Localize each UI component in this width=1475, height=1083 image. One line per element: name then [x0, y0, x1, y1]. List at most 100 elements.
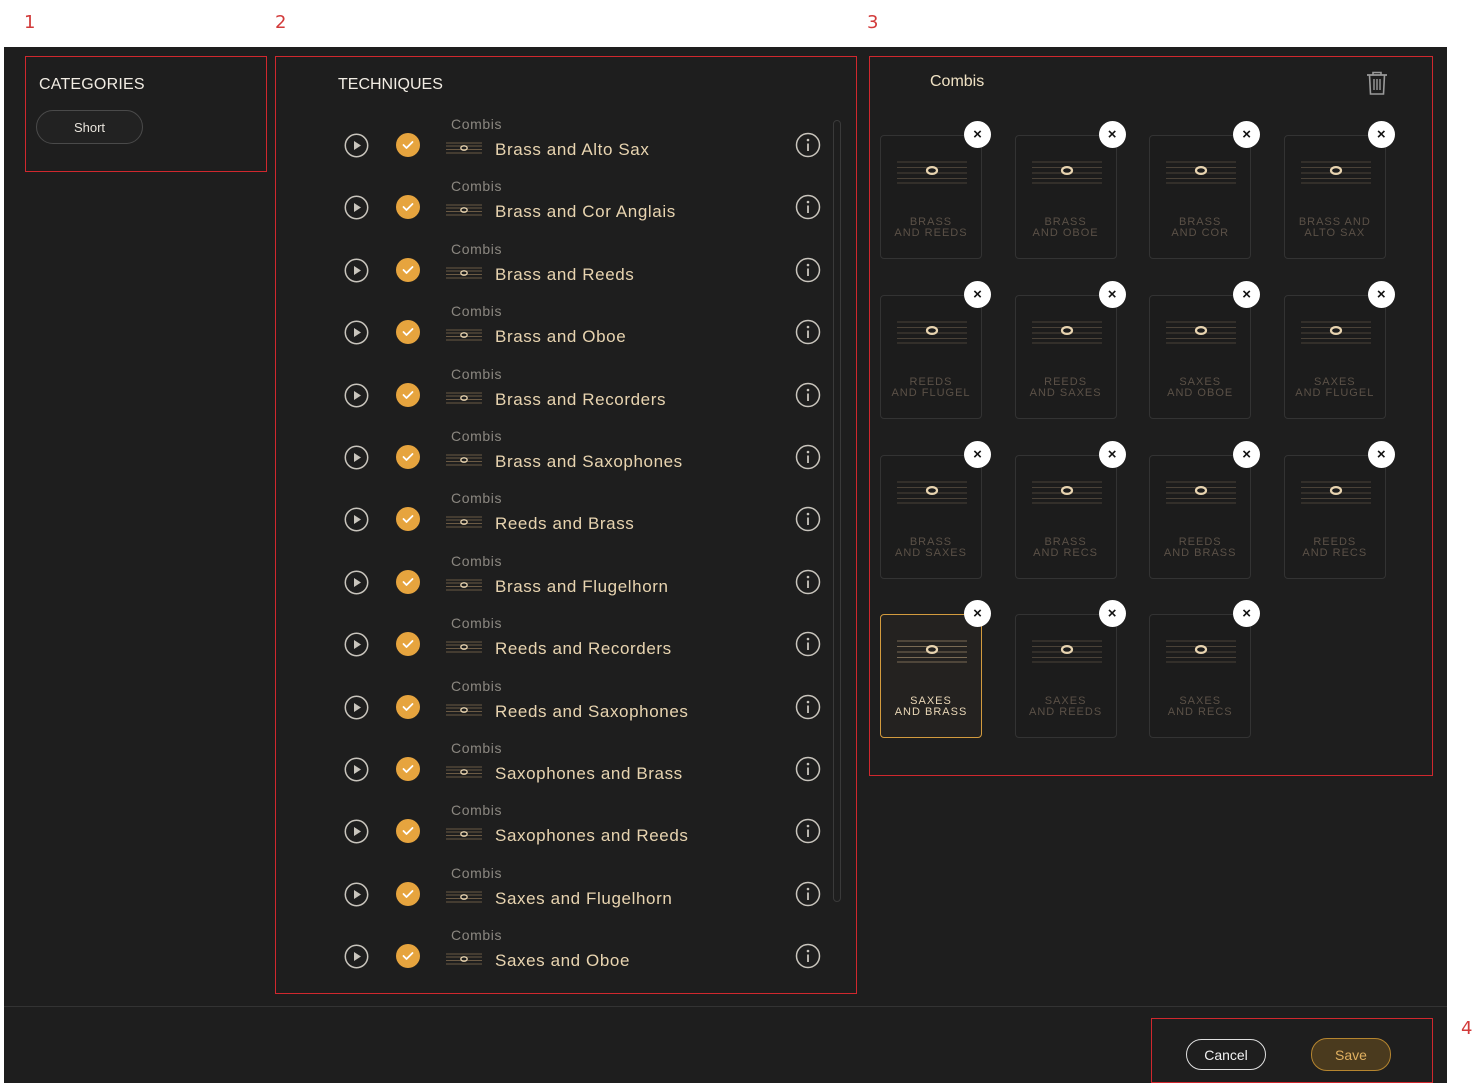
- remove-combi-icon[interactable]: ×: [1098, 280, 1126, 308]
- combi-tile[interactable]: BRASS AND OBOE: [1014, 135, 1117, 259]
- annotation-3: 3: [867, 12, 879, 33]
- combi-tile[interactable]: SAXES AND FLUGEL: [1283, 294, 1386, 419]
- remove-combi-icon[interactable]: ×: [1367, 280, 1395, 308]
- remove-combi-icon[interactable]: ×: [964, 280, 991, 308]
- technique-row[interactable]: Combis Saxophones and Reeds: [334, 797, 829, 859]
- info-icon[interactable]: [795, 569, 821, 595]
- combi-tile[interactable]: REEDS AND SAXES: [1014, 294, 1117, 419]
- remove-combi-icon[interactable]: ×: [1098, 440, 1126, 468]
- technique-row[interactable]: Combis Brass and Recorders: [334, 361, 829, 423]
- technique-row[interactable]: Combis Brass and Cor Anglais: [334, 173, 829, 235]
- technique-row[interactable]: Combis Reeds and Saxophones: [334, 673, 829, 735]
- info-icon[interactable]: [795, 756, 821, 782]
- play-icon[interactable]: [344, 632, 369, 657]
- trash-icon[interactable]: [1365, 70, 1389, 96]
- technique-row[interactable]: Combis Brass and Alto Sax: [334, 111, 829, 173]
- info-icon[interactable]: [795, 943, 821, 969]
- info-icon[interactable]: [795, 319, 821, 345]
- checkbox-checked-icon[interactable]: [396, 881, 420, 906]
- checkbox-checked-icon[interactable]: [396, 382, 420, 407]
- remove-combi-icon[interactable]: ×: [1367, 440, 1395, 468]
- checkbox-checked-icon[interactable]: [396, 944, 420, 969]
- combi-tile[interactable]: BRASS AND REEDS: [880, 135, 982, 259]
- combi-tile[interactable]: SAXES AND RECS: [1149, 614, 1252, 739]
- combi-tile[interactable]: BRASS AND SAXES: [880, 454, 982, 579]
- info-icon[interactable]: [795, 881, 821, 907]
- techniques-scrollbar[interactable]: [833, 120, 841, 902]
- remove-combi-icon[interactable]: ×: [1367, 121, 1395, 148]
- technique-row[interactable]: Combis Saxes and Flugelhorn: [334, 860, 829, 922]
- play-icon[interactable]: [344, 445, 369, 470]
- info-icon[interactable]: [795, 132, 821, 158]
- combi-tile[interactable]: REEDS AND FLUGEL: [880, 294, 982, 419]
- combi-tile-selected[interactable]: SAXES AND BRASS: [880, 614, 982, 739]
- play-icon[interactable]: [344, 258, 369, 283]
- category-pill-short[interactable]: Short: [36, 110, 143, 144]
- checkbox-checked-icon[interactable]: [396, 819, 420, 844]
- checkbox-checked-icon[interactable]: [396, 195, 420, 220]
- technique-row[interactable]: Combis Brass and Reeds: [334, 236, 829, 298]
- info-icon[interactable]: [795, 694, 821, 720]
- play-icon[interactable]: [344, 133, 369, 158]
- checkbox-checked-icon[interactable]: [396, 757, 420, 781]
- combi-editor-window: CATEGORIES Short TECHNIQUES Combis Brass …: [4, 47, 1447, 1083]
- combi-tile[interactable]: BRASS AND RECS: [1014, 454, 1117, 579]
- combi-tile[interactable]: BRASS AND COR: [1149, 135, 1252, 259]
- combi-tile[interactable]: REEDS AND BRASS: [1149, 454, 1252, 579]
- annotation-4: 4: [1461, 1018, 1473, 1039]
- combi-tile[interactable]: BRASS AND ALTO SAX: [1283, 135, 1386, 259]
- technique-row[interactable]: Combis Brass and Flugelhorn: [334, 548, 829, 610]
- technique-name: Brass and Alto Sax: [495, 140, 650, 159]
- technique-row[interactable]: Combis Brass and Saxophones: [334, 423, 829, 485]
- staff-thumbnail-icon: [446, 266, 482, 280]
- remove-combi-icon[interactable]: ×: [1233, 121, 1261, 148]
- play-icon[interactable]: [344, 320, 369, 345]
- info-icon[interactable]: [795, 444, 821, 470]
- staff-icon: [1166, 639, 1237, 663]
- info-icon[interactable]: [795, 631, 821, 657]
- remove-combi-icon[interactable]: ×: [964, 440, 991, 468]
- technique-row[interactable]: Combis Brass and Oboe: [334, 298, 829, 360]
- checkbox-checked-icon[interactable]: [396, 445, 420, 469]
- play-icon[interactable]: [344, 507, 369, 532]
- play-icon[interactable]: [344, 695, 369, 720]
- technique-row[interactable]: Combis Saxophones and Brass: [334, 735, 829, 797]
- combi-tile[interactable]: SAXES AND OBOE: [1149, 294, 1252, 419]
- remove-combi-icon[interactable]: ×: [964, 121, 991, 148]
- combi-tile-label: BRASS AND COR: [1171, 216, 1230, 239]
- info-icon[interactable]: [795, 257, 821, 283]
- technique-row[interactable]: Combis Reeds and Brass: [334, 485, 829, 547]
- cancel-button[interactable]: Cancel: [1186, 1039, 1266, 1070]
- remove-combi-icon[interactable]: ×: [1098, 121, 1126, 148]
- checkbox-checked-icon[interactable]: [396, 320, 420, 345]
- play-icon[interactable]: [344, 882, 369, 907]
- checkbox-checked-icon[interactable]: [396, 257, 420, 282]
- checkbox-checked-icon[interactable]: [396, 694, 420, 719]
- remove-combi-icon[interactable]: ×: [1233, 440, 1261, 468]
- remove-combi-icon[interactable]: ×: [1233, 280, 1261, 308]
- remove-combi-icon[interactable]: ×: [1098, 600, 1126, 628]
- technique-row[interactable]: Combis Saxes and Oboe: [334, 922, 829, 984]
- checkbox-checked-icon[interactable]: [396, 569, 420, 594]
- play-icon[interactable]: [344, 819, 369, 844]
- play-icon[interactable]: [344, 383, 369, 408]
- checkbox-checked-icon[interactable]: [396, 632, 420, 657]
- staff-thumbnail-icon: [446, 703, 482, 717]
- checkbox-checked-icon[interactable]: [396, 507, 420, 532]
- info-icon[interactable]: [795, 506, 821, 532]
- combi-tile-label: BRASS AND ALTO SAX: [1298, 216, 1371, 239]
- combi-tile[interactable]: SAXES AND REEDS: [1014, 614, 1117, 739]
- play-icon[interactable]: [344, 570, 369, 595]
- save-button[interactable]: Save: [1311, 1038, 1391, 1071]
- technique-row[interactable]: Combis Reeds and Recorders: [334, 610, 829, 672]
- info-icon[interactable]: [795, 818, 821, 844]
- play-icon[interactable]: [344, 944, 369, 969]
- technique-category: Combis: [451, 178, 503, 195]
- info-icon[interactable]: [795, 194, 821, 220]
- play-icon[interactable]: [344, 757, 369, 782]
- play-icon[interactable]: [344, 195, 369, 220]
- info-icon[interactable]: [795, 382, 821, 408]
- checkbox-checked-icon[interactable]: [396, 133, 420, 157]
- footer-divider: [4, 1006, 1447, 1007]
- combi-tile[interactable]: REEDS AND RECS: [1283, 454, 1386, 579]
